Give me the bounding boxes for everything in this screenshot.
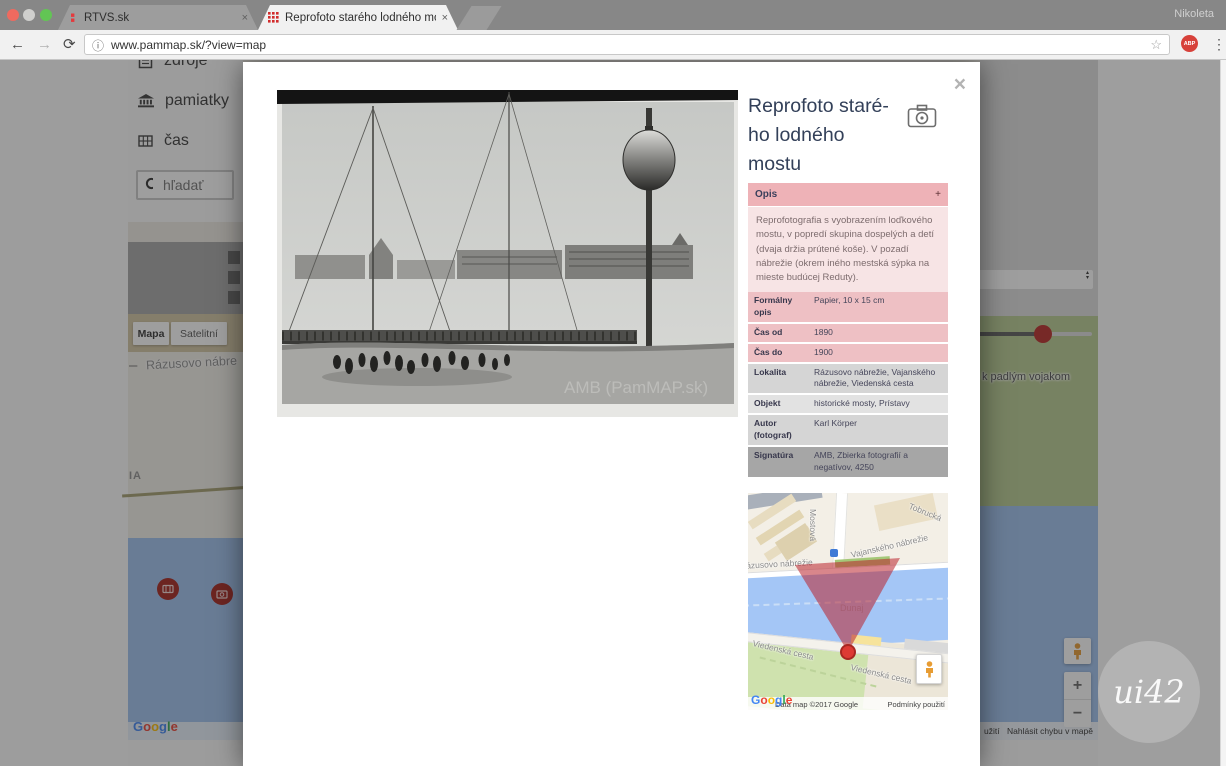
modal-close-icon[interactable]: × <box>954 74 966 95</box>
table-row-lokalita: Lokalita Rázusovo nábrežie, Vajanského n… <box>748 364 948 394</box>
tab-pammap-active[interactable]: Reprofoto starého lodného mo × <box>258 5 458 30</box>
tab-title: Reprofoto starého lodného mo <box>285 12 436 24</box>
reload-icon[interactable]: ⟳ <box>63 36 76 54</box>
accordion-toggle-icon[interactable]: + <box>935 189 941 200</box>
google-logo[interactable]: Google <box>751 691 792 709</box>
minimap-terms-link[interactable]: Podmínky použití <box>887 700 945 709</box>
photo-location-marker[interactable] <box>840 644 856 660</box>
browser-tab-bar: RTVS.sk × Reprofoto starého lodného mo ×… <box>0 0 1226 30</box>
photo-image: AMB (PamMAP.sk) <box>277 90 738 417</box>
page-content: Mapa Satelitní Rázusovo nábre – IA Googl… <box>0 60 1226 766</box>
camera-icon <box>907 104 937 128</box>
tab-close-icon[interactable]: × <box>442 12 448 24</box>
pegman-icon <box>924 661 935 678</box>
window-zoom-button[interactable] <box>40 9 52 21</box>
page-title: Reprofoto staré- ho lodného mostu <box>748 92 928 179</box>
table-row-objekt: Objekt historické mosty, Prístavy <box>748 395 948 413</box>
url-text: www.pammap.sk/?view=map <box>111 38 266 52</box>
table-row-cas-od: Čas od 1890 <box>748 324 948 342</box>
bookmark-star-icon[interactable]: ☆ <box>1150 37 1162 53</box>
photo-detail-modal: × <box>243 62 980 766</box>
window-close-button[interactable] <box>7 9 19 21</box>
table-row-formalny-opis: Formálny opis Papier, 10 x 15 cm <box>748 292 948 322</box>
back-icon[interactable]: ← <box>10 36 25 54</box>
opis-description: Reprofotografia s vyobrazením loďkového … <box>748 207 948 292</box>
forward-icon[interactable]: → <box>37 36 52 54</box>
location-minimap[interactable]: Mostová Tobrucká Vajanského nábrežie Ráz… <box>748 493 948 710</box>
window-minimize-button[interactable] <box>23 9 35 21</box>
page-info-icon[interactable]: ⓘ <box>92 37 104 54</box>
historic-photograph[interactable]: AMB (PamMAP.sk) <box>277 90 738 417</box>
opis-header-label: Opis <box>755 189 935 200</box>
screen: RTVS.sk × Reprofoto starého lodného mo ×… <box>0 0 1226 766</box>
browser-toolbar: ← → ⟳ ⓘ www.pammap.sk/?view=map ☆ ABP ⋮ <box>0 30 1226 60</box>
rtvs-favicon-icon <box>68 13 78 23</box>
pammap-favicon-icon <box>268 12 279 23</box>
chrome-menu-icon[interactable]: ⋮ <box>1212 36 1226 53</box>
new-tab-button[interactable] <box>457 6 502 30</box>
metadata-table: Formálny opis Papier, 10 x 15 cm Čas od … <box>748 292 948 479</box>
url-bar[interactable]: ⓘ www.pammap.sk/?view=map ☆ <box>84 34 1170 55</box>
tab-rtvs[interactable]: RTVS.sk × <box>58 5 258 30</box>
opis-accordion-header[interactable]: Opis + <box>748 183 948 206</box>
adblock-extension-icon[interactable]: ABP <box>1181 35 1198 52</box>
minimap-pegman-button[interactable] <box>916 654 942 684</box>
tab-title: RTVS.sk <box>84 12 236 24</box>
ui42-watermark: ui42 <box>1098 641 1200 743</box>
page-scrollbar[interactable] <box>1220 60 1226 766</box>
profile-name[interactable]: Nikoleta <box>1174 8 1214 20</box>
table-row-autor: Autor (fotograf) Karl Körper <box>748 415 948 445</box>
photo-watermark: AMB (PamMAP.sk) <box>564 378 708 397</box>
table-row-signatura: Signatúra AMB, Zbierka fotografií a nega… <box>748 447 948 477</box>
table-row-cas-do: Čas do 1900 <box>748 344 948 362</box>
tab-close-icon[interactable]: × <box>242 12 248 24</box>
